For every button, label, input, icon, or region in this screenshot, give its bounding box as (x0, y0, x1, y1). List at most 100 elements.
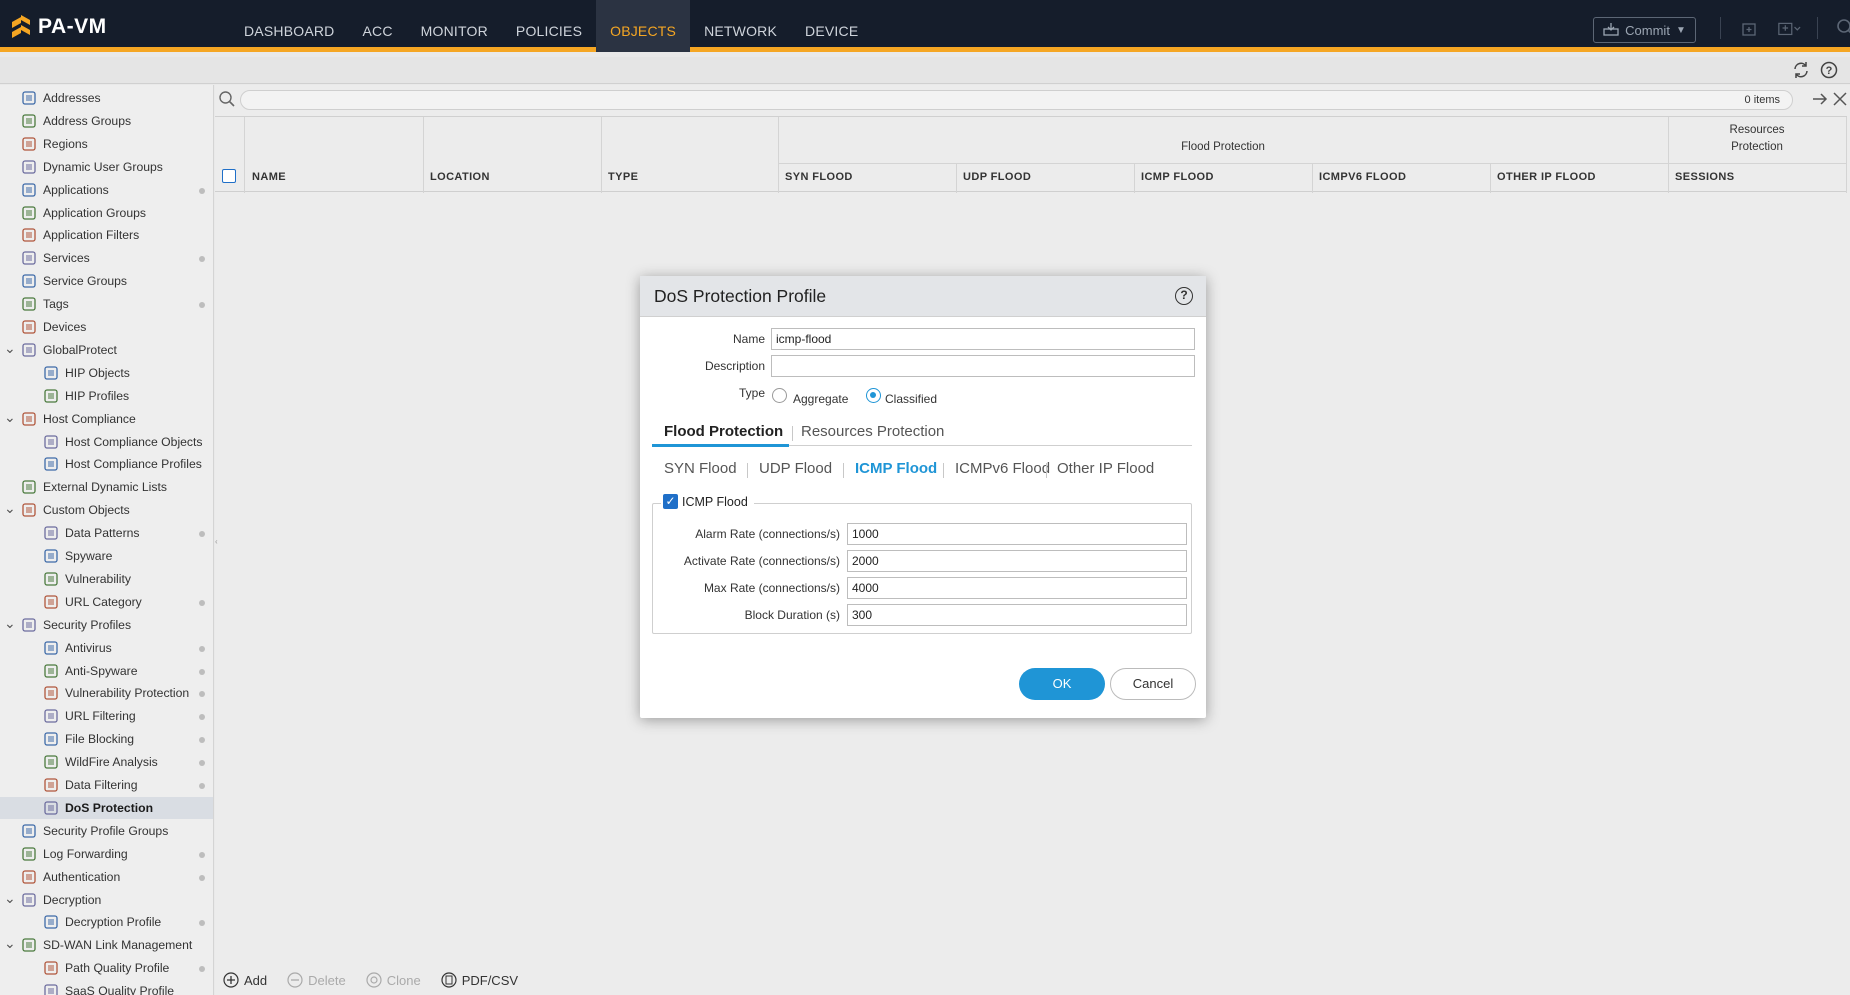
sidebar-item-authentication[interactable]: Authentication (0, 866, 213, 888)
sidebar-item-applications[interactable]: Applications (0, 179, 213, 201)
sidebar-item-host-compliance-profiles[interactable]: Host Compliance Profiles (0, 453, 213, 475)
sidebar-item-regions[interactable]: Regions (0, 133, 213, 155)
name-input[interactable] (771, 328, 1195, 350)
column-header-other-ip-flood[interactable]: OTHER IP FLOOD (1497, 171, 1596, 183)
tab-resources-protection[interactable]: Resources Protection (801, 423, 944, 440)
sidebar-item-devices[interactable]: Devices (0, 316, 213, 338)
sidebar-item-antivirus[interactable]: Antivirus (0, 637, 213, 659)
apply-filter-arrow-icon[interactable] (1811, 90, 1829, 111)
subtab-other-ip-flood[interactable]: Other IP Flood (1057, 460, 1154, 477)
sidebar-item-host-compliance-objects[interactable]: Host Compliance Objects (0, 431, 213, 453)
app-logo[interactable]: PA-VM (10, 14, 107, 40)
sidebar-item-anti-spyware[interactable]: Anti-Spyware (0, 660, 213, 682)
nav-device[interactable]: DEVICE (791, 0, 872, 52)
sidebar-item-application-filters[interactable]: Application Filters (0, 224, 213, 246)
sidebar-item-custom-objects[interactable]: ⌄ Custom Objects (0, 499, 213, 521)
sidebar-item-url-filtering[interactable]: URL Filtering (0, 705, 213, 727)
commit-button[interactable]: Commit ▼ (1593, 17, 1696, 43)
pdf-csv-button[interactable]: PDF/CSV (441, 972, 518, 988)
nav-objects[interactable]: OBJECTS (596, 0, 691, 52)
ok-button[interactable]: OK (1019, 668, 1105, 700)
activate-rate-input[interactable] (847, 550, 1187, 572)
subtab-syn-flood[interactable]: SYN Flood (664, 460, 737, 477)
subtab-udp-flood[interactable]: UDP Flood (759, 460, 832, 477)
sidebar-item-saas-quality-profile[interactable]: SaaS Quality Profile (0, 980, 213, 995)
alarm-rate-input[interactable] (847, 523, 1187, 545)
column-header-syn-flood[interactable]: SYN FLOOD (785, 171, 853, 183)
sidebar-item-spyware[interactable]: Spyware (0, 545, 213, 567)
column-header-type[interactable]: TYPE (608, 171, 638, 183)
column-header-location[interactable]: LOCATION (430, 171, 490, 183)
column-header-name[interactable]: NAME (252, 171, 286, 183)
config-lock-icon[interactable] (1737, 16, 1761, 40)
max-rate-input[interactable] (847, 577, 1187, 599)
help-icon[interactable]: ? (1820, 61, 1838, 82)
cancel-button[interactable]: Cancel (1110, 668, 1196, 700)
sidebar-item-file-blocking[interactable]: File Blocking (0, 728, 213, 750)
sidebar-item-security-profile-groups[interactable]: Security Profile Groups (0, 820, 213, 842)
sidebar-item-service-groups[interactable]: Service Groups (0, 270, 213, 292)
sidebar-item-external-dynamic-lists[interactable]: External Dynamic Lists (0, 476, 213, 498)
sidebar-item-log-forwarding[interactable]: Log Forwarding (0, 843, 213, 865)
delete-button[interactable]: Delete (287, 972, 346, 988)
refresh-icon[interactable] (1792, 61, 1810, 82)
chevron-down-icon[interactable]: ⌄ (4, 890, 16, 907)
sidebar-item-security-profiles[interactable]: ⌄ Security Profiles (0, 614, 213, 636)
sidebar-item-data-patterns[interactable]: Data Patterns (0, 522, 213, 544)
sidebar-item-application-groups[interactable]: Application Groups (0, 202, 213, 224)
sidebar-item-vulnerability-protection[interactable]: Vulnerability Protection (0, 682, 213, 704)
nav-monitor[interactable]: MONITOR (407, 0, 502, 52)
clear-filter-icon[interactable] (1831, 90, 1849, 111)
sidebar-item-globalprotect[interactable]: ⌄ GlobalProtect (0, 339, 213, 361)
sidebar-item-vulnerability[interactable]: Vulnerability (0, 568, 213, 590)
select-all-checkbox[interactable] (222, 169, 236, 183)
chevron-down-icon[interactable]: ⌄ (4, 935, 16, 952)
search-icon[interactable] (1834, 16, 1850, 40)
sidebar-item-wildfire-analysis[interactable]: WildFire Analysis (0, 751, 213, 773)
sidebar-item-sd-wan-link-management[interactable]: ⌄ SD-WAN Link Management (0, 934, 213, 956)
sidebar-item-path-quality-profile[interactable]: Path Quality Profile (0, 957, 213, 979)
chevron-down-icon[interactable]: ⌄ (4, 615, 16, 632)
sidebar-item-dynamic-user-groups[interactable]: Dynamic User Groups (0, 156, 213, 178)
chevron-down-icon[interactable]: ⌄ (4, 500, 16, 517)
shared-indicator-dot (199, 851, 205, 858)
sidebar-item-data-filtering[interactable]: Data Filtering (0, 774, 213, 796)
sidebar-item-label: File Blocking (65, 732, 135, 747)
subtab-icmpv6-flood[interactable]: ICMPv6 Flood (955, 460, 1050, 477)
icmp-flood-checkbox[interactable]: ✓ (663, 494, 678, 509)
chevron-down-icon[interactable]: ⌄ (4, 340, 16, 357)
block-duration-input[interactable] (847, 604, 1187, 626)
chevron-down-icon[interactable]: ⌄ (4, 409, 16, 426)
clone-button[interactable]: Clone (366, 972, 421, 988)
sidebar-item-decryption[interactable]: ⌄ Decryption (0, 889, 213, 911)
sidebar-item-addresses[interactable]: Addresses (0, 87, 213, 109)
subtab-icmp-flood[interactable]: ICMP Flood (855, 460, 937, 477)
type-aggregate-radio[interactable] (772, 388, 787, 403)
column-header-sessions[interactable]: SESSIONS (1675, 171, 1734, 183)
column-header-icmpv6-flood[interactable]: ICMPV6 FLOOD (1319, 171, 1406, 183)
objects-sidebar: Addresses Address Groups Regions Dynamic Us… (0, 85, 214, 995)
nav-policies[interactable]: POLICIES (502, 0, 596, 52)
nav-acc[interactable]: ACC (348, 0, 406, 52)
sidebar-item-url-category[interactable]: URL Category (0, 591, 213, 613)
sidebar-item-host-compliance[interactable]: ⌄ Host Compliance (0, 408, 213, 430)
tab-flood-protection[interactable]: Flood Protection (664, 423, 783, 440)
nav-network[interactable]: NETWORK (690, 0, 791, 52)
help-icon[interactable]: ? (1175, 287, 1193, 305)
sidebar-item-decryption-profile[interactable]: Decryption Profile (0, 911, 213, 933)
sidebar-item-hip-objects[interactable]: HIP Objects (0, 362, 213, 384)
sidebar-collapse-handle[interactable]: ‹ (215, 537, 219, 549)
description-input[interactable] (771, 355, 1195, 377)
sidebar-item-hip-profiles[interactable]: HIP Profiles (0, 385, 213, 407)
add-button[interactable]: Add (223, 972, 267, 988)
type-classified-radio[interactable] (866, 388, 881, 403)
column-header-udp-flood[interactable]: UDP FLOOD (963, 171, 1031, 183)
filter-input[interactable]: 0 items (240, 90, 1793, 110)
sidebar-item-tags[interactable]: Tags (0, 293, 213, 315)
column-header-icmp-flood[interactable]: ICMP FLOOD (1141, 171, 1214, 183)
nav-dashboard[interactable]: DASHBOARD (230, 0, 348, 52)
tasks-icon[interactable] (1777, 16, 1801, 40)
sidebar-item-services[interactable]: Services (0, 247, 213, 269)
sidebar-item-dos-protection[interactable]: DoS Protection (0, 796, 213, 819)
sidebar-item-address-groups[interactable]: Address Groups (0, 110, 213, 132)
